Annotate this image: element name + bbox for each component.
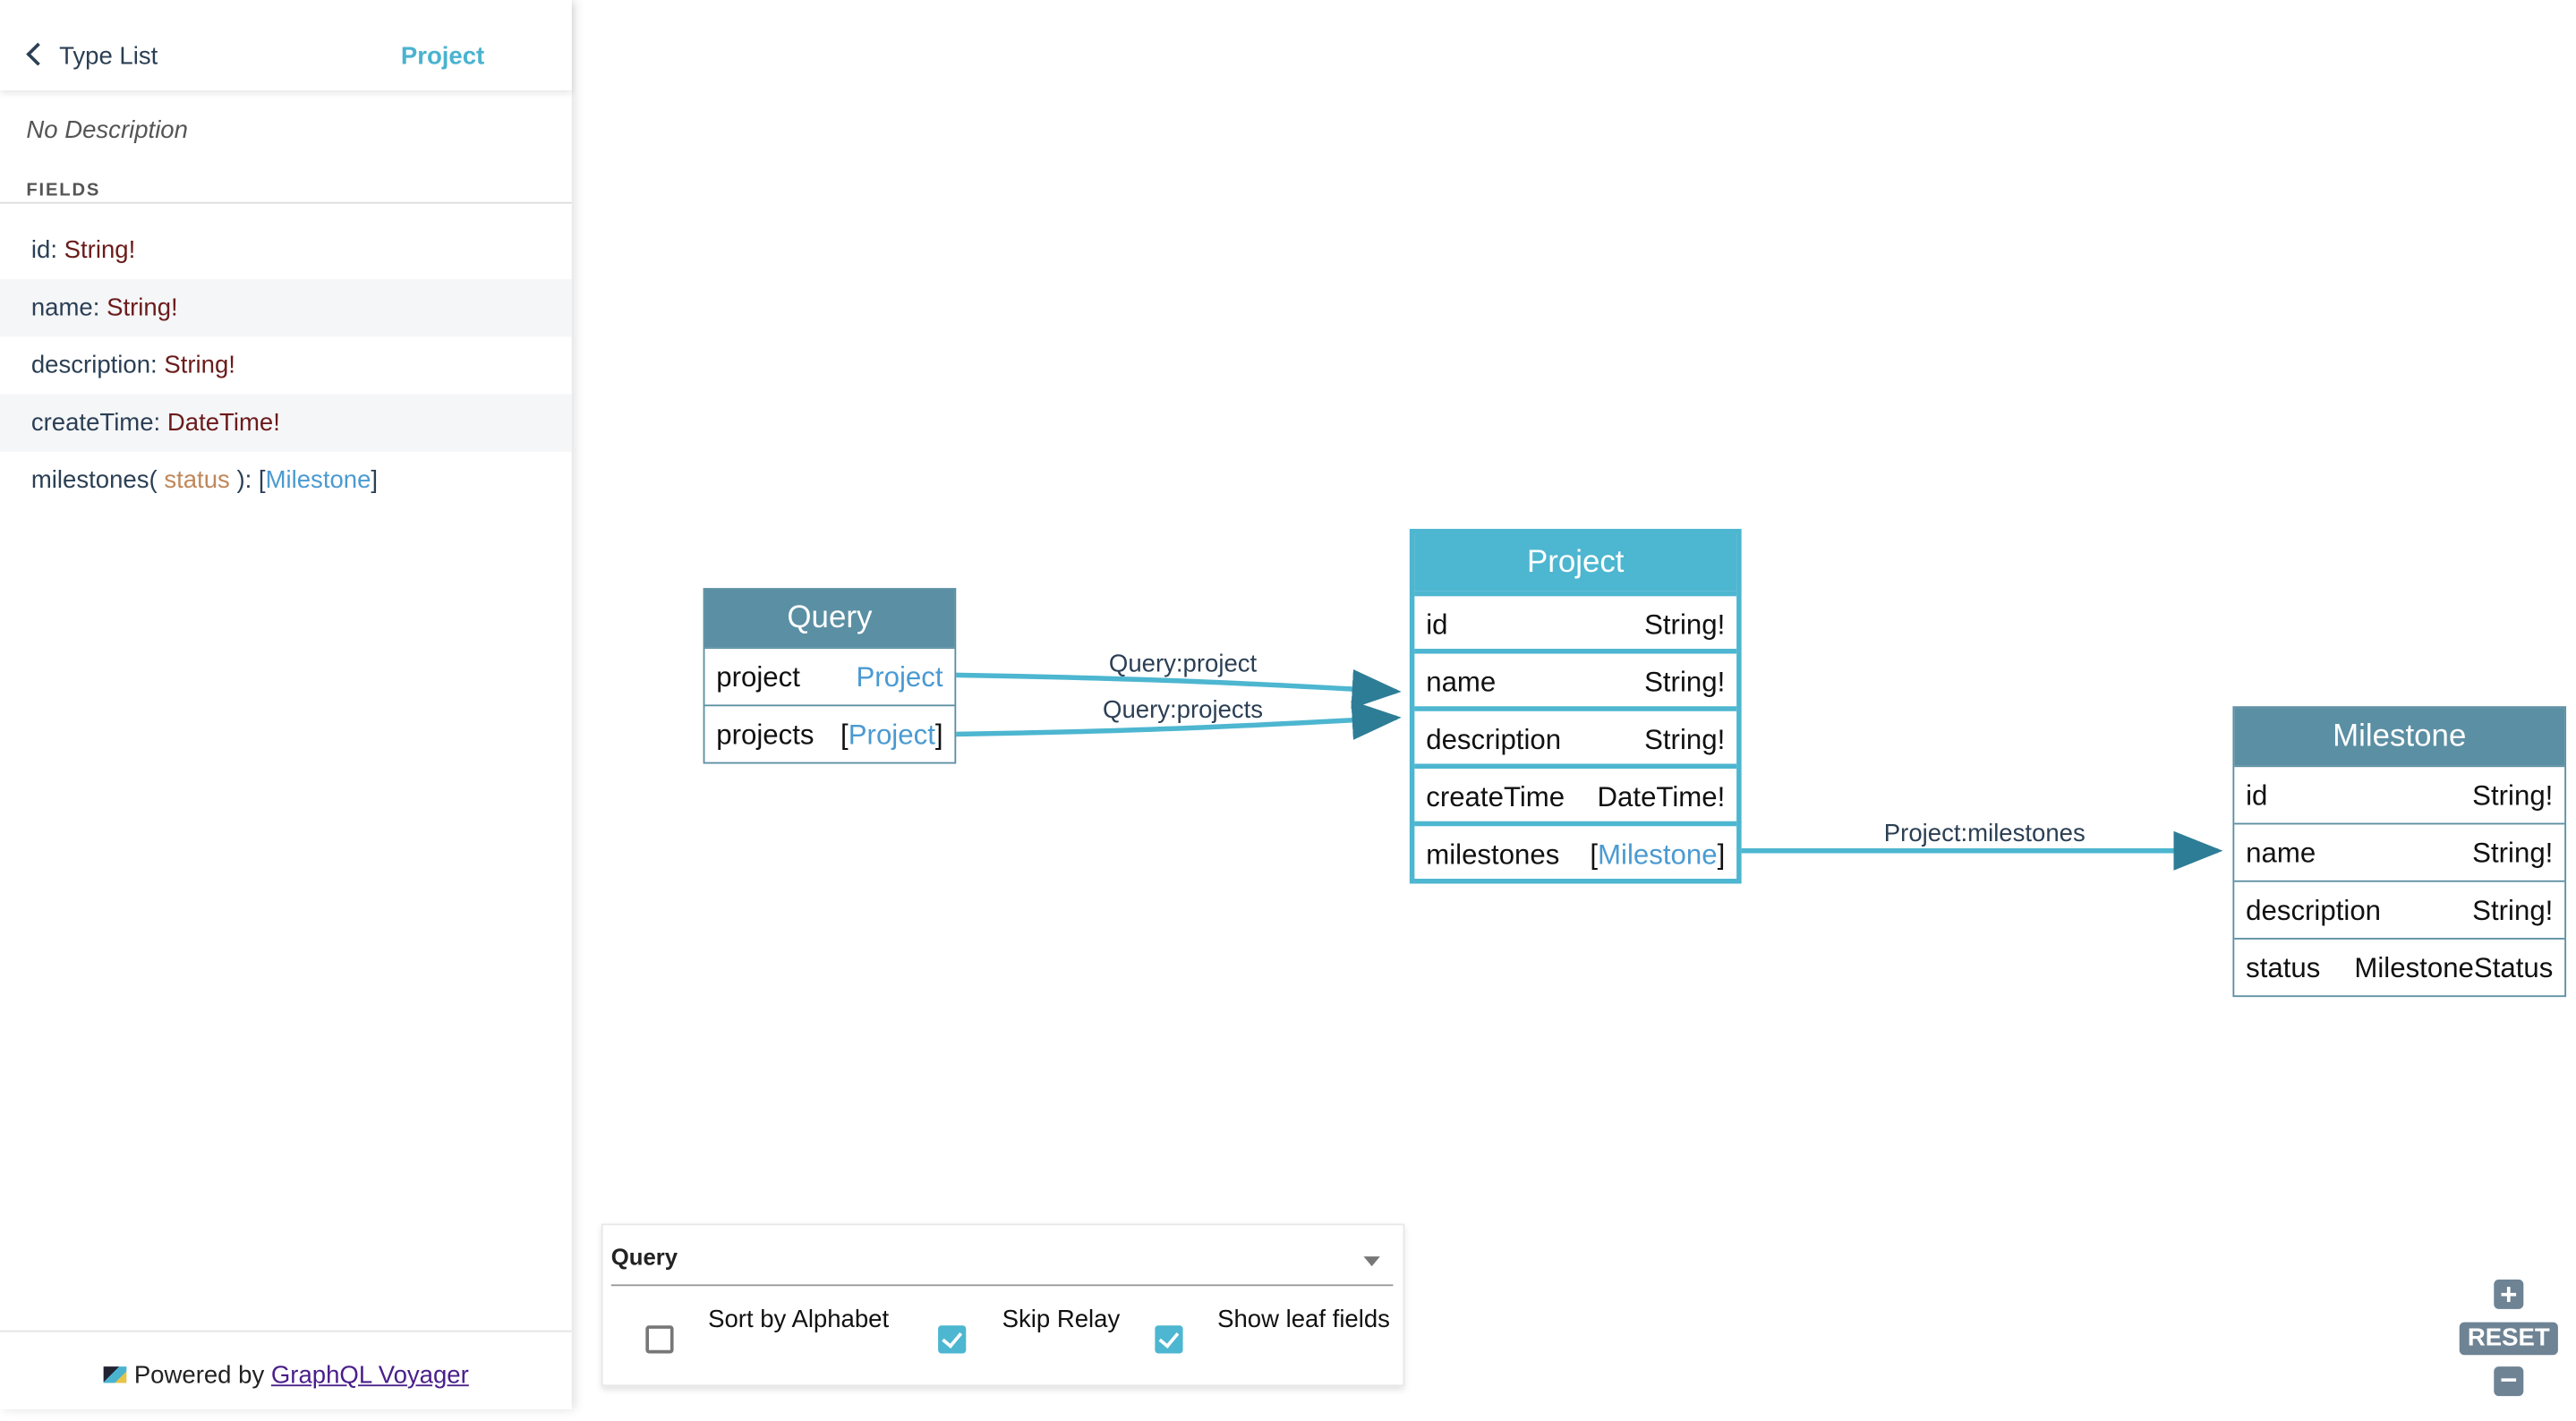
- fields-heading: FIELDS: [26, 180, 101, 200]
- node-milestone[interactable]: Milestone id String! name String! descript…: [2232, 706, 2567, 998]
- field-name: createTime: [1426, 781, 1565, 813]
- show-leaf-fields-checkbox[interactable]: [1155, 1325, 1183, 1354]
- node-field-projects[interactable]: projects [Project]: [704, 704, 955, 762]
- edge-label: Query:project: [1108, 650, 1258, 679]
- node-field-status[interactable]: status MilestoneStatus: [2234, 938, 2565, 995]
- field-name: id: [30, 236, 51, 265]
- node-field-id[interactable]: id String!: [2234, 765, 2565, 822]
- node-field-id[interactable]: id String!: [1414, 591, 1737, 649]
- field-name: name: [2246, 838, 2316, 869]
- field-type[interactable]: String!: [164, 352, 235, 379]
- field-type: String!: [1644, 724, 1726, 756]
- field-item-description[interactable]: description: String!: [0, 336, 572, 394]
- back-label: Type List: [59, 42, 158, 71]
- node-field-name[interactable]: name String!: [2234, 822, 2565, 881]
- field-item-name[interactable]: name: String!: [0, 279, 572, 337]
- field-item-milestones[interactable]: milestones( status ): [Milestone]: [0, 452, 572, 509]
- field-type: MilestoneStatus: [2354, 952, 2554, 984]
- field-type-link[interactable]: Milestone: [1598, 839, 1718, 871]
- node-field-project[interactable]: project Project: [704, 647, 955, 704]
- type-title: Project: [400, 42, 485, 71]
- field-type: String!: [2472, 895, 2554, 927]
- zoom-in-plus-icon[interactable]: +: [2494, 1279, 2524, 1309]
- node-query[interactable]: Query project Project projects [Project]: [703, 588, 957, 764]
- footer: Powered by GraphQL Voyager: [0, 1330, 572, 1411]
- divider: [0, 201, 572, 204]
- powered-by-text: Powered by: [133, 1361, 265, 1390]
- sort-by-alphabet-checkbox[interactable]: [645, 1325, 674, 1354]
- field-item-id[interactable]: id: String!: [0, 222, 572, 279]
- back-to-type-list-button[interactable]: Type List: [26, 42, 158, 71]
- checkbox-label: Skip Relay: [1002, 1306, 1121, 1334]
- field-type: String!: [1644, 608, 1726, 641]
- field-name: createTime: [30, 409, 154, 438]
- node-project[interactable]: Project id String! name String! descriptio…: [1409, 529, 1742, 884]
- node-field-createTime[interactable]: createTime DateTime!: [1414, 763, 1737, 821]
- field-name: description: [2246, 895, 2382, 927]
- field-type-link[interactable]: Project: [849, 719, 935, 751]
- field-type: DateTime!: [1597, 781, 1726, 813]
- field-name: name: [1426, 667, 1497, 699]
- node-title: Query: [704, 589, 955, 648]
- field-type: String!: [1644, 667, 1726, 699]
- field-name: projects: [716, 719, 815, 751]
- node-field-description[interactable]: description String!: [1414, 706, 1737, 763]
- field-name: id: [1426, 608, 1448, 641]
- field-type-link[interactable]: Milestone: [266, 466, 371, 494]
- sidebar-header: Type List Project: [0, 0, 572, 90]
- field-name: project: [716, 661, 800, 693]
- node-title: Milestone: [2234, 708, 2565, 766]
- node-title: Project: [1414, 533, 1737, 591]
- sidebar: Type List Project No Description FIELDS …: [0, 0, 572, 1409]
- dropdown-arrow-icon: [1363, 1256, 1380, 1267]
- chevron-left-icon: [26, 42, 50, 66]
- skip-relay-checkbox[interactable]: [938, 1325, 967, 1354]
- field-name: milestones: [30, 466, 149, 495]
- edge-label: Query:projects: [1103, 696, 1264, 725]
- node-field-name[interactable]: name String!: [1414, 649, 1737, 706]
- field-name: id: [2246, 779, 2268, 812]
- field-arg[interactable]: status: [164, 466, 229, 494]
- field-name: description: [1426, 724, 1562, 756]
- reset-zoom-button[interactable]: RESET: [2459, 1322, 2558, 1356]
- field-type: String!: [2472, 779, 2554, 812]
- field-name: description: [30, 351, 151, 380]
- root-type-value: Query: [610, 1243, 678, 1270]
- field-name: status: [2246, 952, 2321, 984]
- field-type[interactable]: String!: [107, 294, 178, 322]
- checkbox-label: Show leaf fields: [1217, 1306, 1390, 1334]
- node-field-description[interactable]: description String!: [2234, 880, 2565, 938]
- edge-label: Project:milestones: [1883, 819, 2086, 848]
- graphql-voyager-link[interactable]: GraphQL Voyager: [271, 1362, 469, 1390]
- root-type-select[interactable]: Query: [610, 1243, 1394, 1287]
- type-description: No Description: [26, 116, 188, 145]
- settings-panel: Query Sort by Alphabet Skip Relay Show l…: [601, 1223, 1405, 1387]
- field-name: milestones: [1426, 838, 1560, 871]
- node-field-milestones[interactable]: milestones [Milestone]: [1414, 821, 1737, 879]
- voyager-logo-icon: [102, 1366, 126, 1383]
- field-type[interactable]: DateTime!: [167, 409, 280, 437]
- field-type-link[interactable]: Project: [856, 649, 943, 704]
- zoom-out-minus-icon[interactable]: −: [2494, 1365, 2524, 1397]
- field-name: name: [30, 294, 93, 322]
- field-item-createTime[interactable]: createTime: DateTime!: [0, 394, 572, 452]
- field-type[interactable]: String!: [64, 236, 136, 264]
- field-type: String!: [2472, 838, 2554, 869]
- checkbox-label: Sort by Alphabet: [708, 1306, 890, 1334]
